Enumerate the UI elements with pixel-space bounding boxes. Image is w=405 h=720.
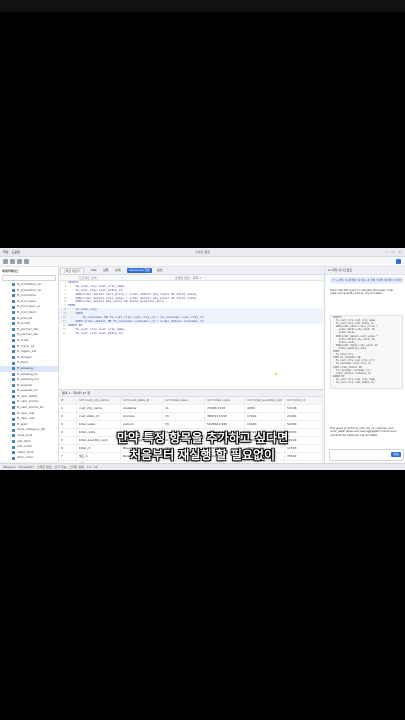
table-cell: Alabama	[121, 405, 163, 412]
table-cell: 19990	[245, 421, 285, 428]
table-icon	[12, 288, 15, 292]
table-cell: 33	[163, 421, 205, 428]
editor-file-label: 스마트 편집 - 쿼리 1	[175, 276, 202, 280]
table-cell: 3867213.693	[205, 413, 245, 420]
column-header[interactable]: 123 total_quantity_sold	[245, 397, 285, 404]
column-header[interactable]: 123 total_sales	[163, 397, 205, 404]
table-cell: 5926642.998	[205, 421, 245, 428]
table-cell: 2	[59, 413, 77, 420]
tab-detail[interactable]: 상세	[113, 268, 123, 273]
column-header[interactable]: 123 cust_state_id	[121, 397, 163, 404]
minimize-button[interactable]: —	[385, 250, 388, 254]
close-button[interactable]: ✕	[398, 250, 401, 254]
table-cell: 53148	[285, 405, 323, 412]
title-bar: 파일 도움말 스마트 편집 — □ ✕	[0, 248, 405, 257]
table-cell: 79448.7218	[205, 405, 245, 412]
table-icon	[12, 344, 15, 348]
column-header[interactable]: #	[59, 397, 77, 404]
table-cell: cust_state_id	[77, 413, 121, 420]
table-cell: 4483	[245, 405, 285, 412]
tab-sql[interactable]: SQL	[89, 268, 99, 273]
sql-code-editor[interactable]: 1 SELECT 2 fa_cust_city.cust_city_name, 3 f…	[59, 280, 323, 387]
tab-options[interactable]: 옵션	[155, 268, 165, 273]
table-icon	[12, 305, 15, 309]
mouse-cursor-highlight	[275, 373, 277, 375]
status-bar: DBeaver · Korea/KST · 스마트 편집 · 쓰기 가능 · 스…	[0, 463, 405, 470]
sql-editor-icon[interactable]	[10, 259, 15, 264]
table-icon	[12, 406, 15, 410]
code-text: SUM(order_detail.qty_sold) AS total_quan…	[68, 299, 164, 304]
table-cell: 11	[163, 405, 205, 412]
results-tab[interactable]: 결과 1 · 데이터 37 행	[59, 390, 323, 397]
tab-ask-panel[interactable]: Ask Panel 챗봇	[127, 268, 152, 273]
table-icon	[12, 367, 15, 371]
code-text: fa_cust_city.cust_state_id;	[68, 330, 124, 335]
table-icon	[12, 423, 15, 427]
table-icon	[12, 311, 15, 315]
table-row[interactable]: 3 total_sales Auburn 33 5926642.998 19990 5993…	[59, 421, 323, 429]
project-search-hint[interactable]: 프로젝트 검색	[79, 276, 97, 280]
table-icon	[12, 339, 15, 343]
table-cell: 33	[163, 413, 205, 420]
table-icon	[12, 400, 15, 404]
caption-line-1: 만약 특정 항목을 추가하고 싶다면	[116, 431, 289, 445]
table-cell: 21941	[285, 413, 323, 420]
table-icon	[12, 361, 15, 365]
caption-line-2: 처음부터 재실행 할 필요없이	[129, 448, 275, 462]
rollback-icon[interactable]	[24, 259, 29, 264]
code-text: JOIN order_detail ON fa_customer.custome…	[68, 318, 204, 323]
table-icon	[12, 350, 15, 354]
table-icon	[12, 322, 15, 326]
column-header[interactable]: 123 total_costs	[205, 397, 245, 404]
table-cell: 59930	[285, 421, 323, 428]
table-cell: 17622	[245, 413, 285, 420]
table-cell: total_sales	[77, 421, 121, 428]
column-header[interactable]: 123 total_ct	[285, 397, 323, 404]
table-icon	[12, 356, 15, 360]
window-controls: — □ ✕	[385, 250, 401, 254]
code-line: 14 fa_cust_city.cust_state_id;	[59, 330, 323, 336]
grid-header-row: #123 cust_city_name 123 cust_state_id 123 …	[59, 397, 323, 405]
navigator-title: 데이터베이스	[2, 269, 19, 273]
table-icon	[12, 378, 15, 382]
table-icon	[12, 333, 15, 337]
assistant-title: AI 쿼리 어시스턴트	[325, 267, 405, 275]
table-cell: 3	[59, 421, 77, 428]
editor-tabs: 스마트 편집기 SQL 실행 상세 Ask Panel 챗봇 옵션	[59, 267, 323, 275]
table-icon	[12, 328, 15, 332]
table-icon	[12, 316, 15, 320]
table-row[interactable]: 1 cust_city_name Alabama 11 79448.7218 4483 53…	[59, 405, 323, 413]
assistant-code-block: SELECT fa_cust_city.cust_city_name, fa_c…	[330, 315, 403, 389]
maximize-button[interactable]: □	[392, 250, 395, 254]
perspective-icon[interactable]	[396, 259, 401, 264]
table-cell: Arizona	[121, 413, 163, 420]
assistant-response: Here's the SQL query to calculate total …	[330, 289, 393, 296]
table-icon	[12, 395, 15, 399]
table-row[interactable]: 2 cust_state_id Arizona 33 3867213.693 17622 2…	[59, 413, 323, 421]
table-cell: 1	[59, 405, 77, 412]
user-prompt-bubble: 각 도시별로 총 판매량, 총 비용, 총 판매 수량을 계산해서 보여줘	[330, 277, 404, 285]
video-top-bar	[0, 0, 405, 12]
new-connection-icon[interactable]	[3, 259, 8, 264]
subtitle-caption: 만약 특정 항목을 추가하고 싶다면 처음부터 재실행 할 필요없이	[0, 430, 405, 464]
table-icon	[12, 383, 15, 387]
tab-run[interactable]: 실행	[101, 268, 111, 273]
commit-icon[interactable]	[17, 259, 22, 264]
table-icon	[12, 372, 15, 376]
table-cell: cust_city_name	[77, 405, 121, 412]
navigator-search-input[interactable]	[2, 275, 56, 281]
table-icon	[12, 411, 15, 415]
table-icon	[12, 300, 15, 304]
main-toolbar	[0, 257, 405, 267]
line-number: 14	[62, 330, 66, 335]
table-icon	[12, 283, 15, 287]
table-cell: Auburn	[121, 421, 163, 428]
window-title: 스마트 편집	[195, 250, 210, 254]
tab-smart-editor[interactable]: 스마트 편집기	[60, 268, 84, 275]
table-icon	[12, 389, 15, 393]
column-header[interactable]: 123 cust_city_name	[77, 397, 121, 404]
table-icon	[12, 294, 15, 298]
table-icon	[12, 417, 15, 421]
assistant-code-line: fa_cust_city.cust_state_id;	[333, 380, 375, 384]
